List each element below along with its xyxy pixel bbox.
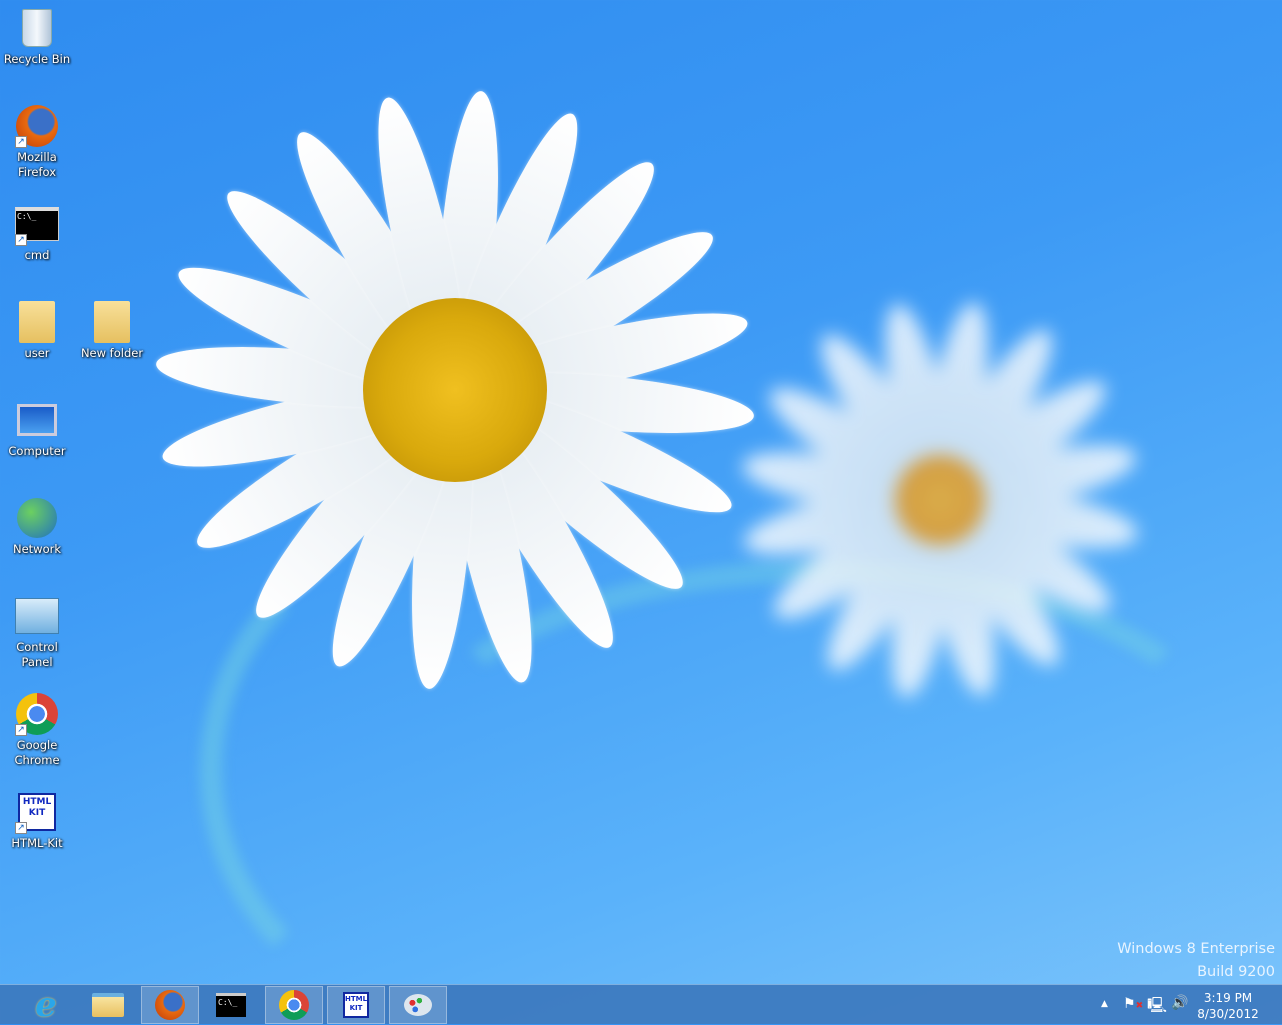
desktop-icon-control-panel[interactable]: Control Panel — [0, 594, 74, 670]
chrome-icon: ↗ — [15, 692, 59, 736]
shortcut-arrow-icon: ↗ — [15, 136, 27, 148]
desktop-icon-label: Computer — [8, 444, 66, 458]
firefox-icon: ↗ — [15, 104, 59, 148]
computer-icon — [15, 398, 59, 442]
desktop-icon-label: user — [24, 346, 50, 360]
clock-time: 3:19 PM — [1203, 991, 1253, 1005]
volume-icon[interactable]: 🔊 — [1171, 995, 1188, 1011]
action-center-flag-icon[interactable]: ⚑✖ — [1123, 996, 1143, 1012]
show-hidden-icons-button[interactable]: ▲ — [1101, 999, 1108, 1009]
control-panel-icon — [15, 594, 59, 638]
desktop-icon-label: Recycle Bin — [3, 52, 71, 66]
chrome-icon — [279, 990, 309, 1020]
desktop-icon-recycle-bin[interactable]: Recycle Bin — [0, 6, 74, 67]
desktop-icon-label: Google Chrome — [14, 738, 60, 767]
taskbar-firefox[interactable] — [141, 986, 199, 1024]
desktop-icon-computer[interactable]: Computer — [0, 398, 74, 459]
desktop-icon-label: HTML-Kit — [11, 836, 63, 850]
cmd-icon: C:\_ — [216, 993, 246, 1017]
clock[interactable]: 3:19 PM 8/30/2012 — [1196, 990, 1260, 1022]
taskbar-paint[interactable] — [389, 986, 447, 1024]
internet-explorer-icon: e — [35, 985, 57, 1025]
windows-edition-watermark: Windows 8 Enterprise — [1117, 941, 1275, 957]
cmd-icon: C:\_ ↗ — [15, 202, 59, 246]
taskbar-file-explorer[interactable] — [79, 986, 137, 1024]
firefox-icon — [155, 990, 185, 1020]
taskbar: e C:\_ HTML KIT ▲ ⚑✖ 🖳 🔊 3:19 PM 8/30/20… — [0, 984, 1282, 1025]
html-kit-icon: HTML KIT — [343, 992, 369, 1018]
desktop-icon-label: New folder — [80, 346, 144, 360]
html-kit-icon: HTML KIT ↗ — [15, 790, 59, 834]
clock-date: 8/30/2012 — [1197, 1007, 1259, 1021]
desktop-icon-google-chrome[interactable]: ↗ Google Chrome — [0, 692, 74, 768]
desktop-icon-label: Mozilla Firefox — [17, 150, 57, 179]
taskbar-cmd[interactable]: C:\_ — [202, 986, 260, 1024]
desktop-icon-mozilla-firefox[interactable]: ↗ Mozilla Firefox — [0, 104, 74, 180]
desktop-icon-label: Control Panel — [16, 640, 58, 669]
flower-center — [363, 298, 547, 482]
taskbar-html-kit[interactable]: HTML KIT — [327, 986, 385, 1024]
user-folder-icon — [15, 300, 59, 344]
desktop-icon-html-kit[interactable]: HTML KIT ↗ HTML-Kit — [0, 790, 74, 851]
taskbar-chrome[interactable] — [265, 986, 323, 1024]
shortcut-arrow-icon: ↗ — [15, 822, 27, 834]
shortcut-arrow-icon: ↗ — [15, 724, 27, 736]
windows-build-watermark: Build 9200 — [1197, 964, 1275, 980]
paint-palette-icon — [404, 994, 432, 1016]
network-status-icon[interactable]: 🖳 — [1147, 995, 1167, 1020]
desktop-icon-user[interactable]: user — [0, 300, 74, 361]
flower-center — [895, 455, 985, 545]
desktop-icon-label: cmd — [24, 248, 50, 262]
desktop-wallpaper — [0, 0, 1282, 1024]
folder-icon — [90, 300, 134, 344]
desktop-icon-new-folder[interactable]: New folder — [75, 300, 149, 361]
recycle-bin-icon — [15, 6, 59, 50]
network-icon — [15, 496, 59, 540]
desktop-icon-label: Network — [12, 542, 62, 556]
file-explorer-icon — [92, 993, 124, 1017]
shortcut-arrow-icon: ↗ — [15, 234, 27, 246]
desktop-icon-network[interactable]: Network — [0, 496, 74, 557]
desktop-icon-cmd[interactable]: C:\_ ↗cmd — [0, 202, 74, 263]
taskbar-internet-explorer[interactable]: e — [17, 985, 75, 1025]
